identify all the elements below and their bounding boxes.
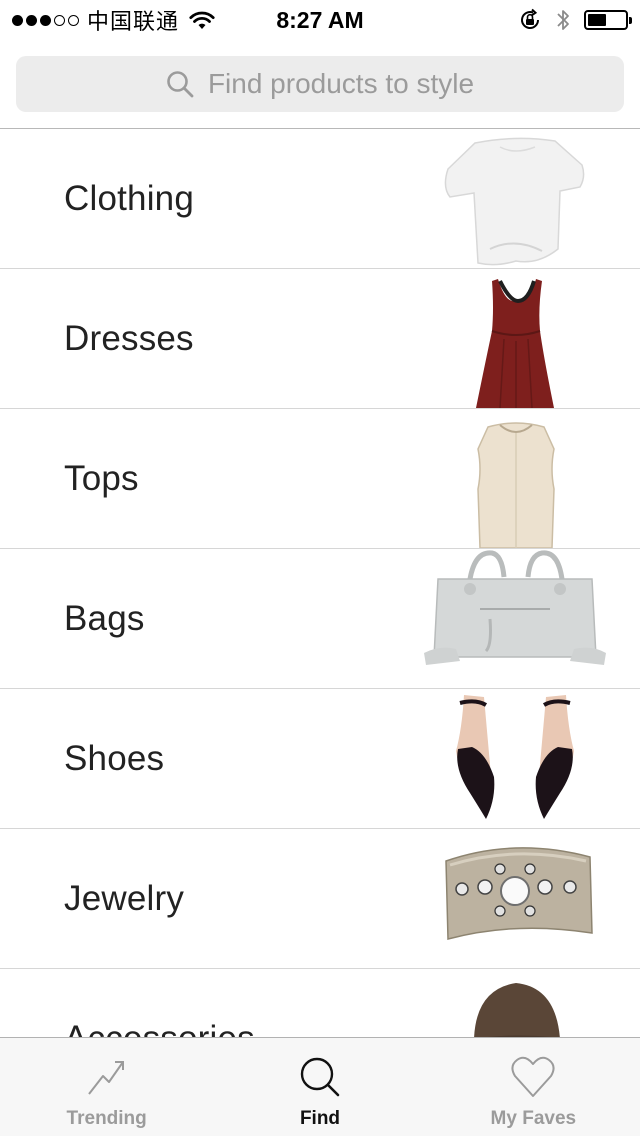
category-label: Clothing — [64, 179, 195, 218]
search-input[interactable]: Find products to style — [16, 56, 624, 112]
category-label: Tops — [64, 459, 139, 498]
bluetooth-icon — [557, 10, 569, 30]
category-row-tops[interactable]: Tops — [0, 409, 640, 549]
tab-label: Trending — [66, 1108, 147, 1129]
trending-icon — [87, 1061, 124, 1095]
status-bar: 中国联通 8:27 AM — [0, 0, 640, 40]
category-list[interactable]: Clothing Dresses Tops Bags Shoes Jewelry — [0, 129, 640, 1037]
beige-top-image — [420, 409, 610, 548]
battery-icon — [584, 10, 632, 30]
rotation-lock-icon — [521, 8, 539, 29]
category-row-jewelry[interactable]: Jewelry — [0, 829, 640, 969]
red-dress-image — [420, 269, 610, 408]
category-row-dresses[interactable]: Dresses — [0, 269, 640, 409]
grey-handbag-image — [420, 549, 610, 688]
black-flats-image — [420, 689, 610, 828]
search-icon — [167, 71, 194, 98]
category-label: Shoes — [64, 739, 165, 778]
tab-find[interactable]: Find — [213, 1038, 426, 1136]
heart-icon — [511, 1056, 555, 1097]
category-label: Accessories — [64, 969, 255, 1037]
search-icon — [300, 1057, 340, 1097]
category-row-bags[interactable]: Bags — [0, 549, 640, 689]
tab-label: Find — [299, 1108, 341, 1129]
category-row-accessories[interactable]: Accessories — [0, 969, 640, 1037]
category-label: Jewelry — [64, 879, 185, 918]
brown-hat-image — [420, 969, 610, 1037]
tab-my-faves[interactable]: My Faves — [427, 1038, 640, 1136]
category-label: Bags — [64, 599, 145, 638]
category-label: Dresses — [64, 319, 194, 358]
tab-trending[interactable]: Trending — [0, 1038, 213, 1136]
tab-label: My Faves — [490, 1108, 577, 1129]
category-row-shoes[interactable]: Shoes — [0, 689, 640, 829]
tab-bar: Trending Find My Faves — [0, 1037, 640, 1136]
jeweled-cuff-image — [420, 829, 610, 968]
search-placeholder: Find products to style — [207, 68, 475, 99]
find-screen: 中国联通 8:27 AM Find products to style Clot… — [0, 0, 640, 1136]
status-right — [518, 0, 632, 40]
white-top-image — [420, 129, 610, 268]
battery-level — [588, 14, 606, 26]
category-row-clothing[interactable]: Clothing — [0, 129, 640, 269]
